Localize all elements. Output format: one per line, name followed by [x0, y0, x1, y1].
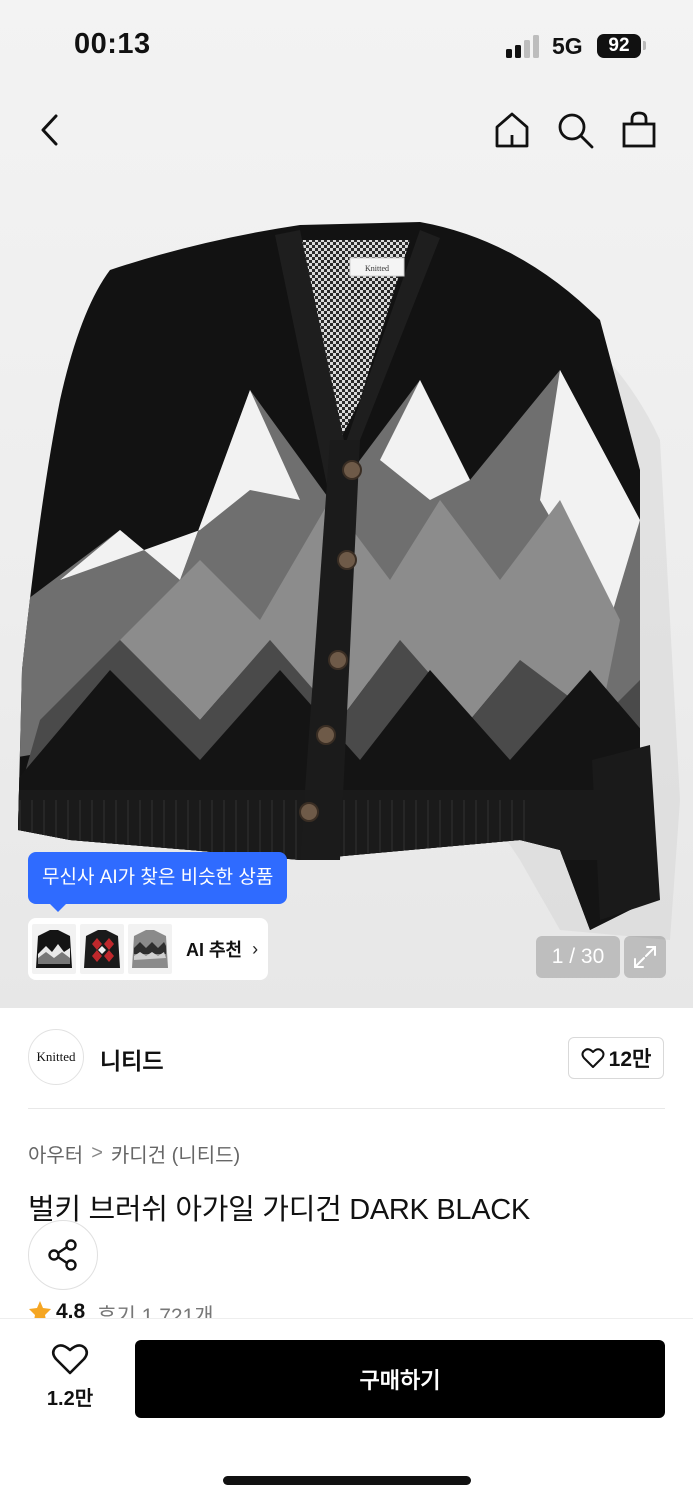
breadcrumb-cardigan[interactable]: 카디건 (니티드): [111, 1139, 240, 1168]
ai-similar-banner: 무신사 AI가 찾은 비슷한 상품: [28, 852, 288, 912]
like-count: 1.2만: [46, 1388, 94, 1410]
ai-recommend-button[interactable]: AI 추천 ›: [28, 918, 268, 980]
buy-button[interactable]: 구매하기: [135, 1340, 665, 1418]
ai-recommend-label: AI 추천: [186, 940, 243, 960]
expand-icon: [634, 946, 656, 968]
rating-score: 4.8: [56, 1300, 86, 1318]
battery-tip: [643, 41, 646, 50]
similar-item-thumb[interactable]: [80, 924, 124, 974]
chevron-right-icon: ›: [252, 938, 259, 959]
status-time: 00:13: [74, 28, 151, 60]
heart-icon: [51, 1344, 89, 1375]
garment-tag: Knitted: [365, 264, 389, 273]
chevron-left-icon: [41, 114, 58, 146]
search-icon: [558, 113, 594, 149]
similar-item-thumb[interactable]: [128, 924, 172, 974]
product-gallery[interactable]: 00:13 5G 92 Knitted 무신사 AI가 찾은 비슷한 상품 AI…: [0, 0, 693, 1008]
search-button[interactable]: [551, 106, 599, 154]
back-button[interactable]: [26, 106, 74, 154]
like-button[interactable]: 1.2만: [30, 1342, 110, 1414]
similar-item-thumb[interactable]: [32, 924, 76, 974]
breadcrumb: 아우터 > 카디건 (니티드): [28, 1139, 240, 1168]
share-icon: [48, 1239, 77, 1271]
network-label: 5G: [552, 33, 583, 59]
brand-logo[interactable]: Knitted: [28, 1029, 84, 1085]
expand-button[interactable]: [624, 936, 666, 978]
shopping-bag-icon: [622, 111, 656, 148]
share-button[interactable]: [28, 1220, 98, 1290]
rating-row[interactable]: 4.8 후기 1,721개: [28, 1300, 214, 1318]
home-button[interactable]: [488, 106, 536, 154]
signal-icon: [506, 34, 542, 58]
cart-button[interactable]: [615, 106, 663, 154]
brand-like-button[interactable]: 12만: [568, 1037, 664, 1079]
status-bar: 00:13 5G 92: [0, 0, 693, 92]
heart-icon: [581, 1048, 605, 1068]
brand-name[interactable]: 니티드: [100, 1042, 163, 1076]
home-icon: [495, 112, 529, 148]
product-title: 벌키 브러쉬 아가일 가디건 DARK BLACK: [28, 1194, 530, 1226]
review-count: 후기 1,721개: [97, 1305, 214, 1318]
product-image: Knitted: [18, 222, 680, 940]
home-indicator: [223, 1476, 471, 1485]
brand-like-count: 12만: [608, 1048, 652, 1071]
star-icon: [29, 1301, 51, 1318]
image-counter: 1 / 30: [536, 936, 620, 978]
breadcrumb-outer[interactable]: 아우터: [28, 1139, 83, 1168]
battery-icon: 92: [597, 34, 641, 58]
divider: [28, 1108, 665, 1109]
breadcrumb-separator: >: [91, 1142, 103, 1164]
